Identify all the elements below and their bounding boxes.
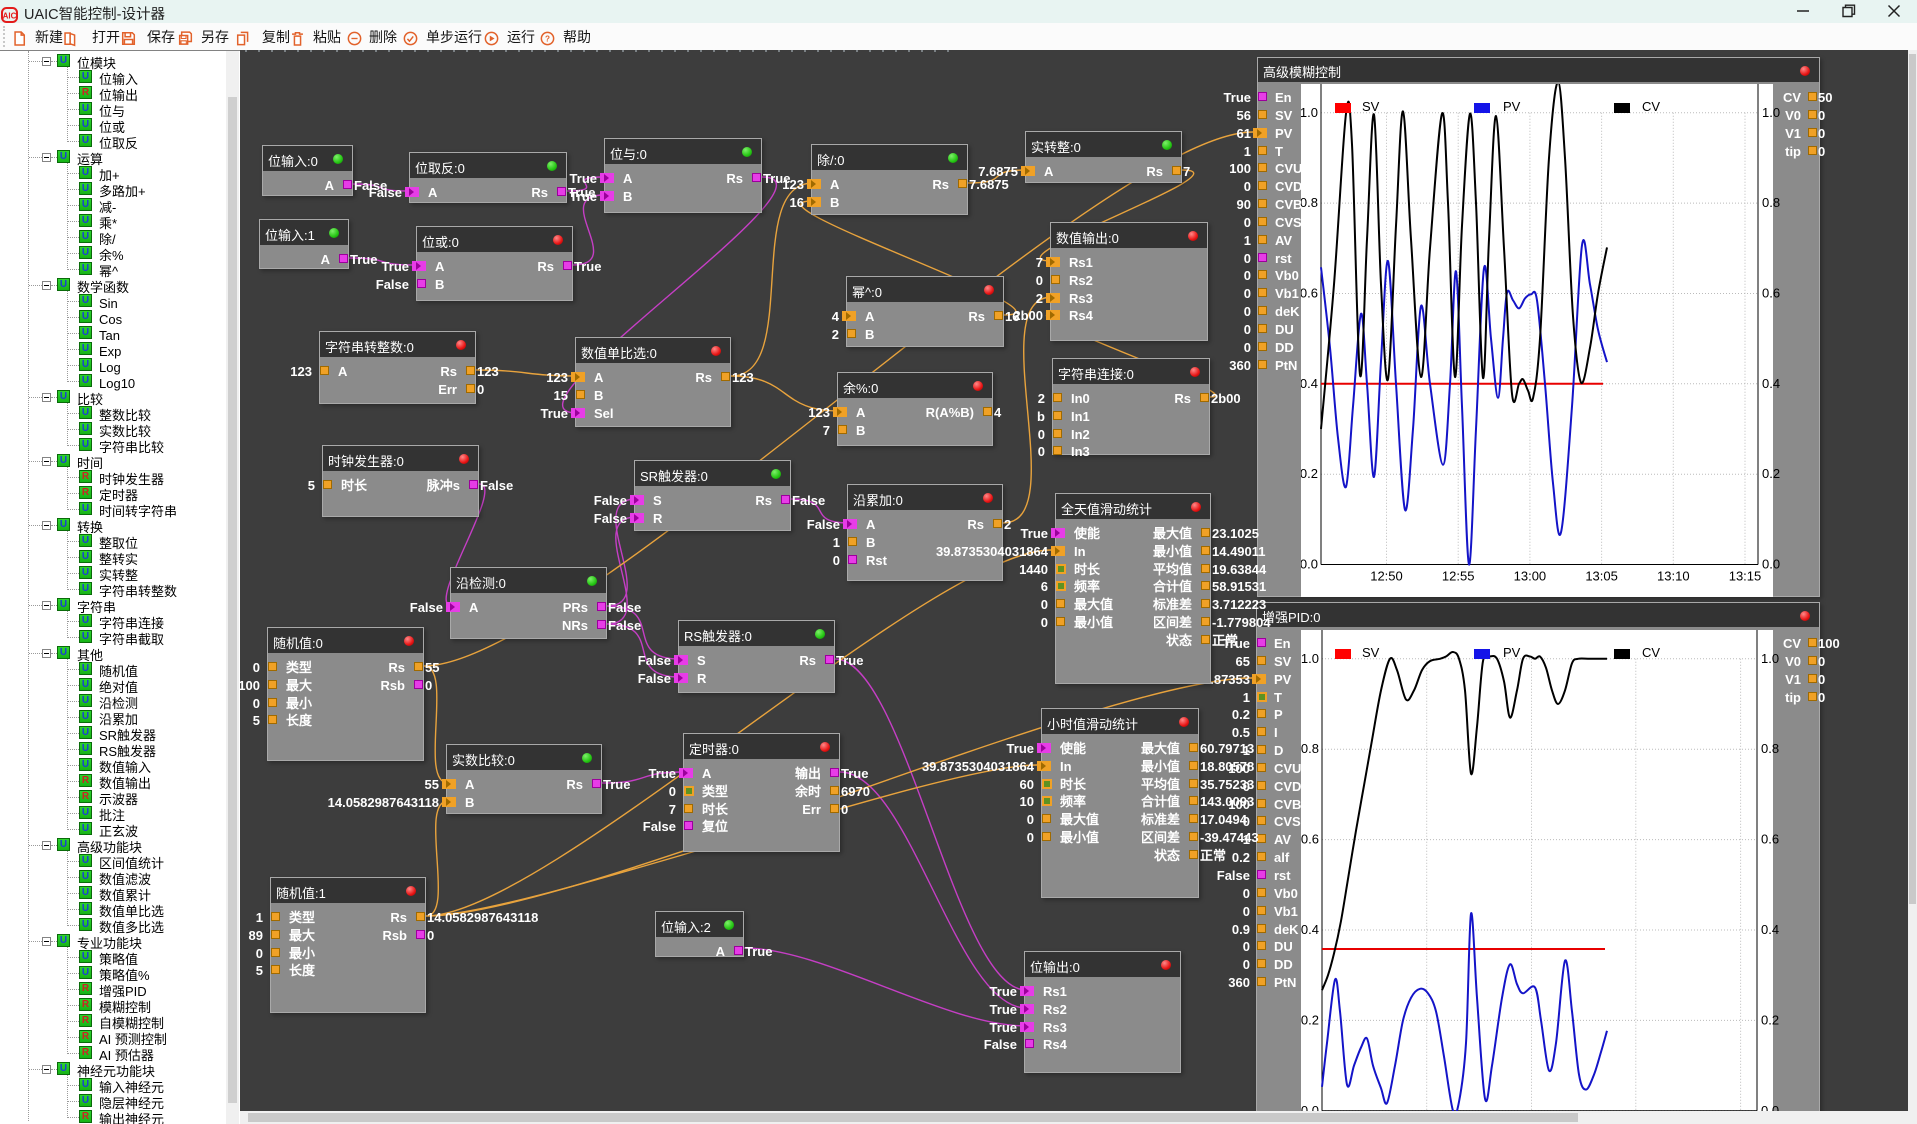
- svg-text:0.8: 0.8: [1761, 741, 1779, 756]
- svg-text:0.0: 0.0: [1761, 1103, 1779, 1111]
- svg-text:0.4: 0.4: [1301, 922, 1319, 937]
- svg-text:SV: SV: [1362, 645, 1380, 660]
- svg-text:0.6: 0.6: [1301, 286, 1318, 301]
- svg-text:SV: SV: [1362, 99, 1380, 114]
- svg-text:AIC: AIC: [3, 12, 17, 21]
- svg-text:0.2: 0.2: [1301, 1012, 1319, 1027]
- svg-text:1.0: 1.0: [1301, 105, 1318, 120]
- svg-text:0.6: 0.6: [1301, 832, 1319, 847]
- svg-text:0.4: 0.4: [1762, 376, 1780, 391]
- svg-text:13:00: 13:00: [1514, 569, 1547, 584]
- svg-text:12:55: 12:55: [1442, 569, 1475, 584]
- svg-text:13:05: 13:05: [1585, 569, 1618, 584]
- svg-text:13:10: 13:10: [1657, 569, 1690, 584]
- svg-text:CV: CV: [1642, 99, 1660, 114]
- svg-text:0.8: 0.8: [1301, 195, 1318, 210]
- svg-text:PV: PV: [1503, 645, 1521, 660]
- svg-text:1.0: 1.0: [1762, 105, 1780, 120]
- svg-text:PV: PV: [1503, 99, 1521, 114]
- svg-text:0.8: 0.8: [1762, 195, 1780, 210]
- svg-text:0.8: 0.8: [1301, 741, 1319, 756]
- svg-text:0.2: 0.2: [1762, 466, 1780, 481]
- svg-text:0.4: 0.4: [1301, 376, 1318, 391]
- svg-text:13:15: 13:15: [1729, 569, 1762, 584]
- svg-text:0.4: 0.4: [1761, 922, 1779, 937]
- svg-text:0.2: 0.2: [1761, 1012, 1779, 1027]
- svg-text:0.0: 0.0: [1762, 557, 1780, 572]
- svg-text:1.0: 1.0: [1761, 651, 1779, 666]
- svg-text:CV: CV: [1642, 645, 1660, 660]
- svg-text:?: ?: [545, 35, 550, 44]
- svg-text:12:50: 12:50: [1370, 569, 1403, 584]
- svg-text:0.6: 0.6: [1762, 286, 1780, 301]
- svg-text:1.0: 1.0: [1301, 651, 1319, 666]
- svg-text:0.6: 0.6: [1761, 832, 1779, 847]
- svg-text:0.2: 0.2: [1301, 466, 1318, 481]
- svg-text:0.0: 0.0: [1301, 1103, 1319, 1111]
- svg-text:0.0: 0.0: [1301, 557, 1318, 572]
